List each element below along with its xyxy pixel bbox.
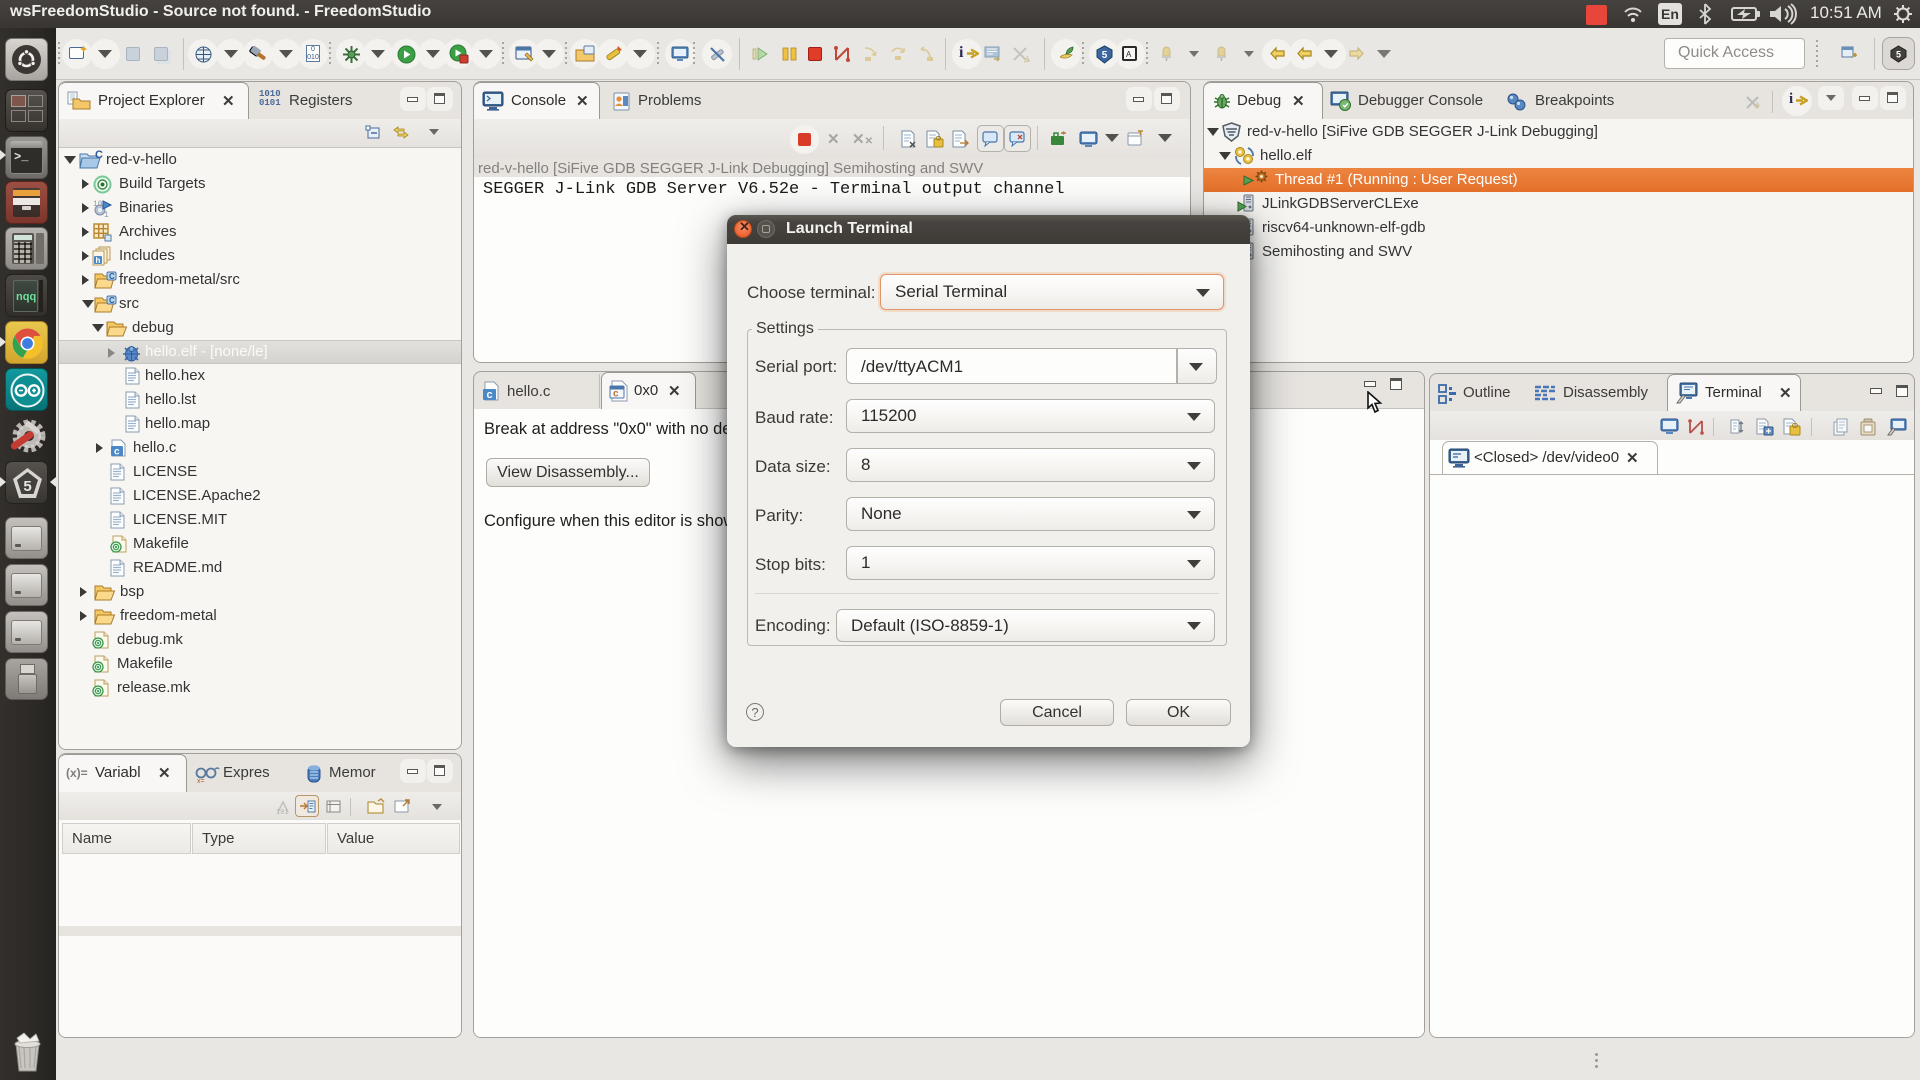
svg-text:c: c	[114, 447, 120, 458]
svg-text:C: C	[109, 296, 115, 305]
svg-text:5: 5	[23, 478, 31, 495]
svg-text:5: 5	[1896, 50, 1901, 60]
svg-text:C: C	[109, 272, 115, 281]
svg-text:C: C	[95, 150, 103, 161]
svg-text:x=: x=	[197, 778, 205, 784]
svg-text:h: h	[96, 256, 101, 265]
svg-text:101: 101	[276, 809, 289, 815]
svg-text:c: c	[613, 389, 619, 400]
svg-text:5: 5	[1102, 50, 1108, 61]
svg-text:1: 1	[104, 211, 109, 218]
svg-text:c: c	[487, 389, 493, 401]
